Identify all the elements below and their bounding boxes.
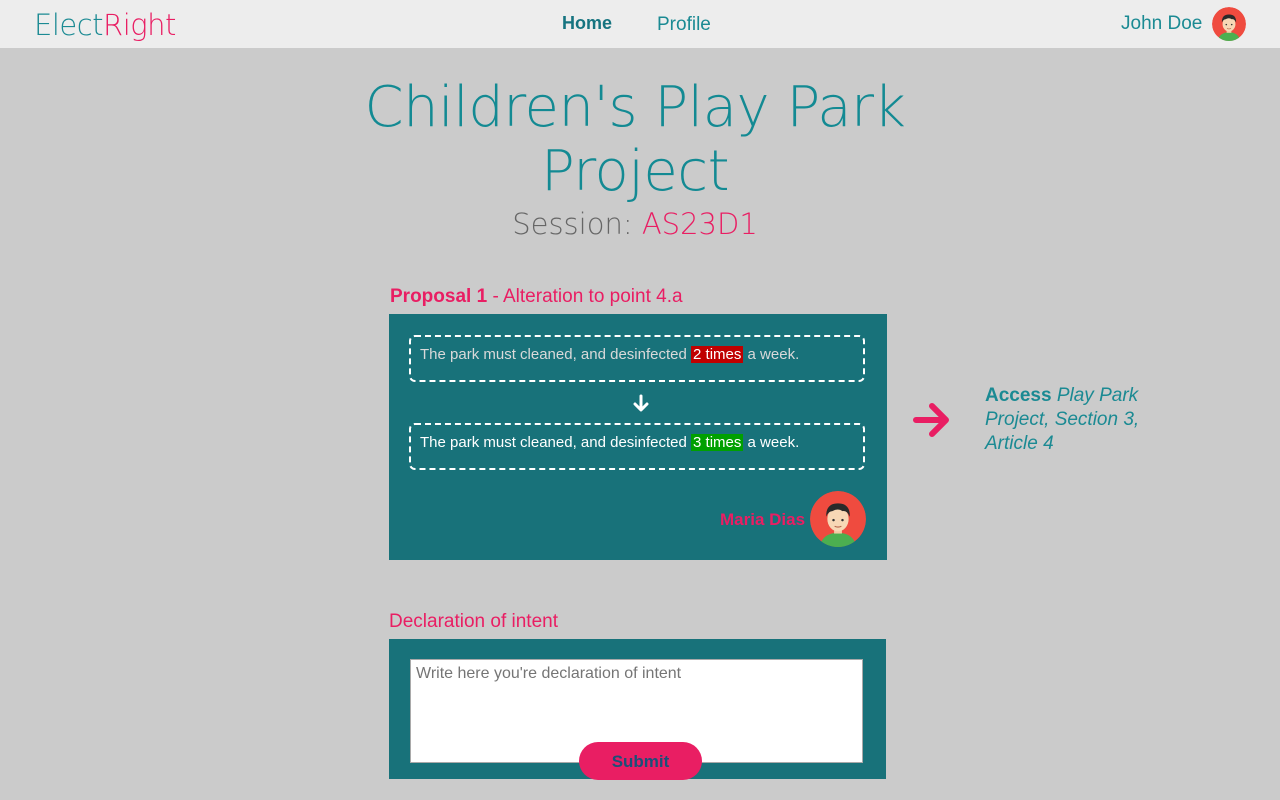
original-text-box: The park must cleaned, and desinfected 2… <box>409 335 865 382</box>
access-label: Access <box>985 385 1052 406</box>
proposal-label: Proposal 1 <box>390 286 488 307</box>
nav-home-link[interactable]: Home <box>562 13 612 34</box>
removed-value-highlight: 2 times <box>691 346 744 363</box>
proposal-separator: - <box>492 286 499 307</box>
proposal-author-name[interactable]: Maria Dias <box>720 510 805 530</box>
proposal-card: The park must cleaned, and desinfected 2… <box>389 314 887 560</box>
submit-button[interactable]: Submit <box>579 742 702 780</box>
arrow-right-icon[interactable] <box>912 400 954 440</box>
access-article-link[interactable]: Access Play Park Project, Section 3, Art… <box>985 384 1175 456</box>
user-name[interactable]: John Doe <box>1121 13 1202 35</box>
session-info: Session: AS23D1 <box>340 207 930 241</box>
session-code: AS23D1 <box>641 207 758 241</box>
proposal-subtitle: Alteration to point 4.a <box>503 286 683 307</box>
proposed-text-box: The park must cleaned, and desinfected 3… <box>409 423 865 470</box>
brand-logo[interactable]: ElectRight <box>34 8 176 42</box>
added-value-highlight: 3 times <box>691 434 744 451</box>
page-title: Children's Play Park Project <box>364 75 906 204</box>
proposal-heading: Proposal 1 - Alteration to point 4.a <box>390 286 683 308</box>
top-navbar: ElectRight Home Profile John Doe <box>0 0 1280 48</box>
session-label: Session: <box>512 207 633 241</box>
nav-profile-link[interactable]: Profile <box>657 14 711 36</box>
declaration-heading: Declaration of intent <box>389 611 558 632</box>
user-avatar-icon[interactable] <box>1212 7 1246 41</box>
arrow-down-icon <box>631 394 651 414</box>
author-avatar-icon[interactable] <box>810 491 866 547</box>
